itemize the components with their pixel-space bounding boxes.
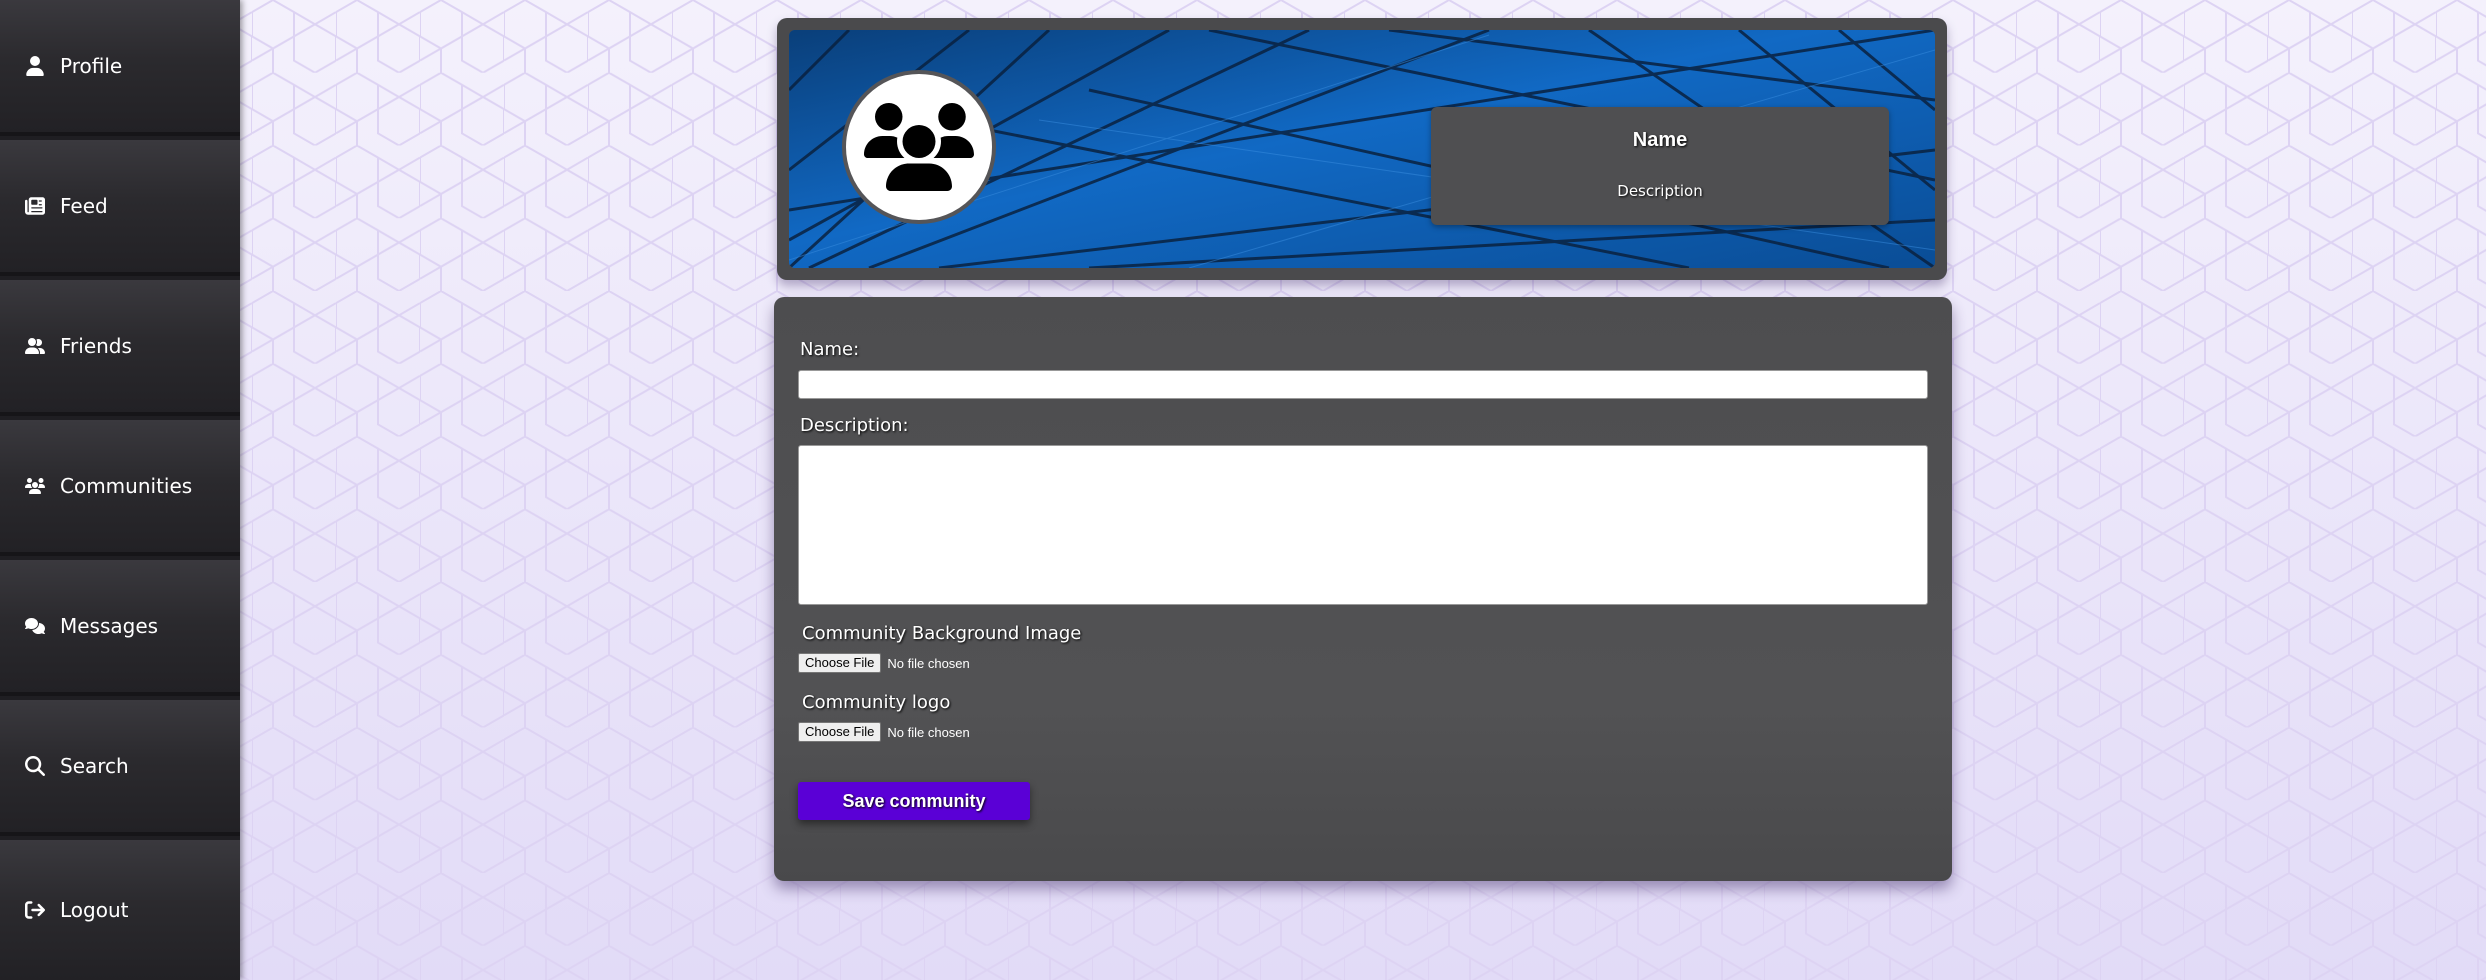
save-community-button[interactable]: Save community xyxy=(798,782,1030,820)
sidebar-item-search[interactable]: Search xyxy=(0,700,240,836)
users-icon xyxy=(24,475,46,497)
sidebar-item-feed[interactable]: Feed xyxy=(0,140,240,276)
sidebar-item-label: Feed xyxy=(60,194,108,218)
sidebar-item-label: Messages xyxy=(60,614,159,638)
community-logo-icon xyxy=(864,103,974,191)
sidebar-item-logout[interactable]: Logout xyxy=(0,840,240,980)
sidebar-item-label: Logout xyxy=(60,898,129,922)
sidebar-item-messages[interactable]: Messages xyxy=(0,560,240,696)
background-image-label: Community Background Image xyxy=(802,623,1082,644)
sidebar-item-friends[interactable]: Friends xyxy=(0,280,240,416)
background-choose-file-button[interactable]: Choose File xyxy=(798,653,882,673)
community-info-box: Name Description xyxy=(1431,107,1889,225)
sidebar-item-communities[interactable]: Communities xyxy=(0,420,240,556)
name-input[interactable] xyxy=(798,370,1928,399)
newspaper-icon xyxy=(24,195,46,217)
description-textarea[interactable] xyxy=(798,445,1928,605)
logo-choose-file-button[interactable]: Choose File xyxy=(798,722,882,742)
sidebar-item-label: Friends xyxy=(60,334,132,358)
sidebar-item-label: Search xyxy=(60,754,129,778)
sign-out-icon xyxy=(24,899,46,921)
sidebar-item-label: Communities xyxy=(60,474,193,498)
logo-label: Community logo xyxy=(802,692,951,713)
community-edit-form: Name: Description: Community Background … xyxy=(774,297,1952,881)
search-icon xyxy=(24,755,46,777)
community-name: Name xyxy=(1632,129,1688,151)
sidebar-item-profile[interactable]: Profile xyxy=(0,0,240,136)
community-header-card: Name Description xyxy=(777,18,1947,280)
community-logo xyxy=(842,70,996,224)
comments-icon xyxy=(24,615,46,637)
name-label: Name: xyxy=(800,339,860,360)
description-label: Description: xyxy=(800,415,909,436)
sidebar-item-label: Profile xyxy=(60,54,123,78)
logo-file-status: No file chosen xyxy=(887,724,970,740)
background-file-status: No file chosen xyxy=(887,655,970,671)
community-banner: Name Description xyxy=(789,30,1935,268)
community-description: Description xyxy=(1617,182,1703,200)
user-friends-icon xyxy=(24,335,46,357)
logo-file-input: Choose File No file chosen xyxy=(798,722,970,742)
user-icon xyxy=(24,55,46,77)
sidebar: Profile Feed Friends Communities Message… xyxy=(0,0,240,980)
background-image-file-input: Choose File No file chosen xyxy=(798,653,970,673)
